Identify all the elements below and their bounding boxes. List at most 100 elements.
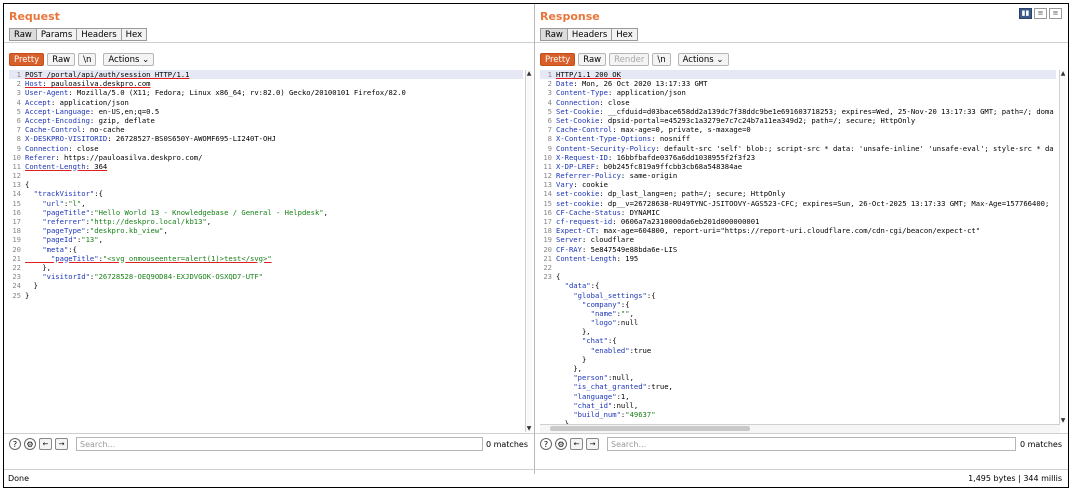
line-text: "pageId":"13", [42, 235, 103, 245]
line-number: 3 [16, 88, 21, 98]
tab-headers[interactable]: Headers [567, 28, 613, 41]
burp-window: Request Raw Params Headers Hex Pretty Ra… [3, 3, 1069, 488]
code-line: "chat_id":null, [540, 401, 1056, 410]
line-number: 13 [543, 180, 552, 190]
line-number: 10 [12, 152, 21, 162]
next-arrow-icon[interactable]: → [586, 438, 599, 450]
request-scrollbar[interactable]: ▲ ▼ [525, 70, 532, 432]
line-text: "data":{ [564, 281, 600, 291]
line-text: "build_num":"49637" [573, 409, 656, 419]
tab-raw[interactable]: Raw [9, 28, 37, 41]
raw-button[interactable]: Raw [578, 53, 607, 66]
tab-headers[interactable]: Headers [77, 28, 122, 41]
request-pane: Request Raw Params Headers Hex Pretty Ra… [4, 4, 535, 474]
line-number: 13 [12, 180, 21, 190]
status-text: Done [8, 474, 30, 483]
help-icon[interactable]: ? [9, 438, 21, 450]
code-line: "data":{ [540, 281, 1056, 290]
scroll-down-icon[interactable]: ▼ [526, 425, 532, 432]
line-text: "url":"l", [42, 198, 86, 208]
code-line: 4 Connection: close [540, 98, 1056, 107]
settings-gear-icon[interactable]: ⚙ [24, 438, 36, 450]
raw-button[interactable]: Raw [47, 53, 76, 66]
code-line: 23 { [540, 272, 1056, 281]
code-line: 11 X-DP-LREF: b0b245fc819a9ffcbb3cb68a548… [540, 162, 1056, 171]
scroll-up-icon[interactable]: ▲ [1060, 70, 1066, 77]
scroll-down-icon[interactable]: ▼ [1060, 417, 1066, 424]
scroll-thumb[interactable] [550, 426, 750, 431]
code-line: "logo":null [540, 318, 1056, 327]
newline-button[interactable]: \n [652, 53, 671, 66]
code-line: 19 Server: cloudflare [540, 235, 1056, 244]
actions-label: Actions [682, 55, 714, 65]
response-scrollbar[interactable]: ▲ ▼ [1059, 70, 1066, 424]
code-line: 14 "trackVisitor":{ [9, 189, 523, 198]
code-line: 10 X-Request-ID: 16bbfbafde0376a6dd103895… [540, 153, 1056, 162]
layout-tabs-icon[interactable]: ≡ [1049, 8, 1062, 19]
request-editor[interactable]: 1 POST /portal/api/auth/session HTTP/1.1 2… [9, 70, 523, 432]
code-line: 20 "meta":{ [9, 245, 523, 254]
actions-button[interactable]: Actions ⌄ [103, 53, 155, 66]
response-search-input[interactable] [607, 437, 1016, 451]
line-number: 3 [547, 88, 552, 98]
line-number: 23 [543, 272, 552, 282]
code-line: 17 cf-request-id: 0606a7a2310000da6eb201d… [540, 217, 1056, 226]
code-line: 20 CF-RAY: 5e847549e88bda6e-LIS [540, 245, 1056, 254]
layout-columns-icon[interactable]: ▮▮ [1019, 8, 1032, 19]
tab-raw[interactable]: Raw [540, 28, 568, 41]
line-number: 14 [543, 189, 552, 199]
previous-arrow-icon[interactable]: ← [570, 438, 583, 450]
line-number: 24 [12, 281, 21, 291]
line-number: 21 [12, 253, 21, 263]
tab-params[interactable]: Params [36, 28, 78, 41]
line-number: 7 [16, 125, 21, 135]
response-horizontal-scrollbar[interactable] [540, 424, 1060, 433]
tab-hex[interactable]: Hex [612, 28, 638, 41]
line-text: Content-Length: 364 [25, 161, 108, 171]
line-text: "is_chat_granted":true, [573, 382, 673, 392]
code-line: 2 Host: pauloasilva.deskpro.com [9, 79, 523, 88]
previous-arrow-icon[interactable]: ← [39, 438, 52, 450]
line-number: 22 [543, 262, 552, 272]
line-number: 5 [547, 106, 552, 116]
render-button[interactable]: Render [609, 53, 650, 66]
settings-gear-icon[interactable]: ⚙ [555, 438, 567, 450]
help-icon[interactable]: ? [540, 438, 552, 450]
request-search-input[interactable] [76, 437, 483, 451]
line-number: 15 [12, 198, 21, 208]
line-number: 6 [16, 115, 21, 125]
line-text: HTTP/1.1 200 OK [556, 70, 621, 79]
line-text: Vary: cookie [556, 180, 608, 190]
code-line: 25} [9, 291, 523, 300]
line-number: 12 [543, 171, 552, 181]
line-text: "referrer":"http://deskpro.local/kb13", [42, 217, 212, 226]
line-text: User-Agent: Mozilla/5.0 (X11; Fedora; Li… [25, 88, 406, 98]
line-text: Accept: application/json [25, 97, 129, 107]
line-text: CF-Cache-Status: DYNAMIC [556, 207, 660, 217]
line-text: "pageType":"deskpro.kb_view", [42, 226, 168, 236]
response-editor[interactable]: 1 HTTP/1.1 200 OK 2 Date: Mon, 26 Oct 2020 … [540, 70, 1056, 424]
line-number: 1 [547, 70, 552, 79]
newline-button[interactable]: \n [78, 53, 97, 66]
code-line: 21 "pageTitle":"<svg onmouseenter=alert(… [9, 254, 523, 263]
line-text: }, [25, 262, 51, 272]
response-search-bar: ? ⚙ ← → 0 matches [535, 433, 1068, 456]
layout-rows-icon[interactable]: ≡ [1034, 8, 1047, 19]
code-line: 7 Cache-Control: no-cache [9, 125, 523, 134]
line-text: Cache-Control: max-age=0, private, s-max… [556, 125, 751, 135]
code-line: 15 set-cookie: dp__v=26728638-RU49TYNC-JS… [540, 199, 1056, 208]
pretty-button[interactable]: Pretty [540, 53, 576, 66]
line-number: 7 [547, 125, 552, 135]
line-text: CF-RAY: 5e847549e88bda6e-LIS [556, 244, 678, 254]
pretty-button[interactable]: Pretty [9, 53, 45, 66]
line-text: Cache-Control: no-cache [25, 125, 125, 135]
line-text: } [25, 290, 30, 300]
next-arrow-icon[interactable]: → [55, 438, 68, 450]
code-line: "is_chat_granted":true, [540, 382, 1056, 391]
tab-hex[interactable]: Hex [121, 28, 148, 41]
scroll-up-icon[interactable]: ▲ [526, 70, 532, 77]
layout-toggles: ▮▮ ≡ ≡ [1019, 8, 1062, 19]
actions-button[interactable]: Actions ⌄ [677, 53, 729, 66]
line-number: 20 [12, 244, 21, 254]
line-text: { [556, 272, 561, 282]
